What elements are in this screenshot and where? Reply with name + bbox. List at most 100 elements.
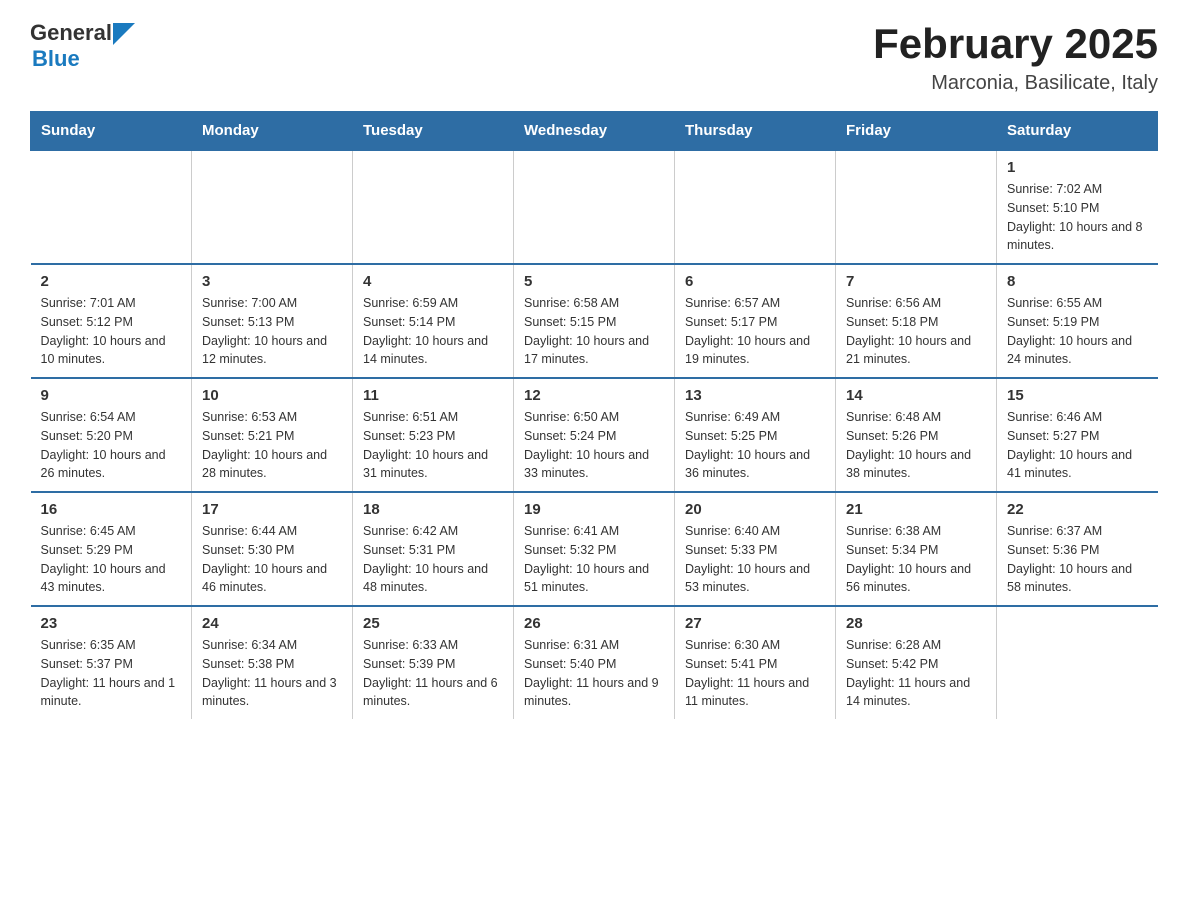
day-info: Sunrise: 6:59 AM Sunset: 5:14 PM Dayligh…	[363, 294, 503, 369]
day-info: Sunrise: 6:51 AM Sunset: 5:23 PM Dayligh…	[363, 408, 503, 483]
weekday-header-monday: Monday	[192, 112, 353, 151]
calendar-cell: 7 Sunrise: 6:56 AM Sunset: 5:18 PM Daylig…	[836, 264, 997, 378]
day-number: 8	[1007, 273, 1148, 290]
calendar-cell: 21Sunrise: 6:38 AM Sunset: 5:34 PM Dayli…	[836, 492, 997, 606]
logo: General Blue	[30, 20, 135, 72]
day-number: 6	[685, 273, 825, 290]
day-number: 2	[41, 273, 182, 290]
calendar-cell: 15Sunrise: 6:46 AM Sunset: 5:27 PM Dayli…	[997, 378, 1158, 492]
calendar-cell	[353, 150, 514, 264]
day-number: 24	[202, 615, 342, 632]
calendar-cell: 1 Sunrise: 7:02 AM Sunset: 5:10 PM Daylig…	[997, 150, 1158, 264]
day-info: Sunrise: 6:45 AM Sunset: 5:29 PM Dayligh…	[41, 522, 182, 597]
day-number: 11	[363, 387, 503, 404]
calendar-cell	[836, 150, 997, 264]
day-number: 21	[846, 501, 986, 518]
calendar-cell	[997, 606, 1158, 719]
day-info: Sunrise: 6:41 AM Sunset: 5:32 PM Dayligh…	[524, 522, 664, 597]
day-number: 26	[524, 615, 664, 632]
day-info: Sunrise: 6:44 AM Sunset: 5:30 PM Dayligh…	[202, 522, 342, 597]
day-number: 20	[685, 501, 825, 518]
calendar-cell: 27 Sunrise: 6:30 AM Sunset: 5:41 PM Dayli…	[675, 606, 836, 719]
calendar-cell: 18 Sunrise: 6:42 AM Sunset: 5:31 PM Dayli…	[353, 492, 514, 606]
title-section: February 2025 Marconia, Basilicate, Ital…	[873, 20, 1158, 95]
day-number: 14	[846, 387, 986, 404]
calendar-cell: 19 Sunrise: 6:41 AM Sunset: 5:32 PM Dayli…	[514, 492, 675, 606]
day-number: 23	[41, 615, 182, 632]
calendar-body: 1 Sunrise: 7:02 AM Sunset: 5:10 PM Daylig…	[31, 150, 1158, 719]
weekday-header-saturday: Saturday	[997, 112, 1158, 151]
day-info: Sunrise: 6:56 AM Sunset: 5:18 PM Dayligh…	[846, 294, 986, 369]
calendar-table: SundayMondayTuesdayWednesdayThursdayFrid…	[30, 111, 1158, 719]
day-number: 5	[524, 273, 664, 290]
page-title: February 2025	[873, 20, 1158, 68]
calendar-week-4: 16 Sunrise: 6:45 AM Sunset: 5:29 PM Dayli…	[31, 492, 1158, 606]
day-number: 16	[41, 501, 182, 518]
weekday-header-wednesday: Wednesday	[514, 112, 675, 151]
day-info: Sunrise: 6:33 AM Sunset: 5:39 PM Dayligh…	[363, 636, 503, 711]
calendar-cell	[192, 150, 353, 264]
day-number: 1	[1007, 159, 1148, 176]
day-info: Sunrise: 7:00 AM Sunset: 5:13 PM Dayligh…	[202, 294, 342, 369]
calendar-cell: 14 Sunrise: 6:48 AM Sunset: 5:26 PM Dayli…	[836, 378, 997, 492]
day-info: Sunrise: 6:54 AM Sunset: 5:20 PM Dayligh…	[41, 408, 182, 483]
day-number: 7	[846, 273, 986, 290]
day-info: Sunrise: 6:55 AM Sunset: 5:19 PM Dayligh…	[1007, 294, 1148, 369]
day-info: Sunrise: 6:49 AM Sunset: 5:25 PM Dayligh…	[685, 408, 825, 483]
day-info: Sunrise: 6:42 AM Sunset: 5:31 PM Dayligh…	[363, 522, 503, 597]
page-header: General Blue February 2025 Marconia, Bas…	[30, 20, 1158, 95]
day-number: 27	[685, 615, 825, 632]
calendar-cell: 16 Sunrise: 6:45 AM Sunset: 5:29 PM Dayli…	[31, 492, 192, 606]
calendar-cell: 4Sunrise: 6:59 AM Sunset: 5:14 PM Daylig…	[353, 264, 514, 378]
logo-general-text: General	[30, 20, 112, 46]
calendar-cell: 24 Sunrise: 6:34 AM Sunset: 5:38 PM Dayli…	[192, 606, 353, 719]
calendar-cell: 26 Sunrise: 6:31 AM Sunset: 5:40 PM Dayli…	[514, 606, 675, 719]
weekday-header-friday: Friday	[836, 112, 997, 151]
day-info: Sunrise: 6:37 AM Sunset: 5:36 PM Dayligh…	[1007, 522, 1148, 597]
calendar-week-2: 2 Sunrise: 7:01 AM Sunset: 5:12 PM Daylig…	[31, 264, 1158, 378]
calendar-week-3: 9 Sunrise: 6:54 AM Sunset: 5:20 PM Daylig…	[31, 378, 1158, 492]
calendar-header: SundayMondayTuesdayWednesdayThursdayFrid…	[31, 112, 1158, 151]
calendar-cell: 22 Sunrise: 6:37 AM Sunset: 5:36 PM Dayli…	[997, 492, 1158, 606]
calendar-cell: 3 Sunrise: 7:00 AM Sunset: 5:13 PM Daylig…	[192, 264, 353, 378]
day-info: Sunrise: 6:30 AM Sunset: 5:41 PM Dayligh…	[685, 636, 825, 711]
calendar-cell: 2 Sunrise: 7:01 AM Sunset: 5:12 PM Daylig…	[31, 264, 192, 378]
day-info: Sunrise: 6:28 AM Sunset: 5:42 PM Dayligh…	[846, 636, 986, 711]
day-info: Sunrise: 6:35 AM Sunset: 5:37 PM Dayligh…	[41, 636, 182, 711]
day-info: Sunrise: 6:48 AM Sunset: 5:26 PM Dayligh…	[846, 408, 986, 483]
day-info: Sunrise: 6:57 AM Sunset: 5:17 PM Dayligh…	[685, 294, 825, 369]
day-info: Sunrise: 7:01 AM Sunset: 5:12 PM Dayligh…	[41, 294, 182, 369]
logo-blue-text: Blue	[32, 46, 80, 71]
day-info: Sunrise: 6:34 AM Sunset: 5:38 PM Dayligh…	[202, 636, 342, 711]
day-info: Sunrise: 6:53 AM Sunset: 5:21 PM Dayligh…	[202, 408, 342, 483]
calendar-cell	[514, 150, 675, 264]
weekday-row: SundayMondayTuesdayWednesdayThursdayFrid…	[31, 112, 1158, 151]
day-info: Sunrise: 6:31 AM Sunset: 5:40 PM Dayligh…	[524, 636, 664, 711]
calendar-cell: 23 Sunrise: 6:35 AM Sunset: 5:37 PM Dayli…	[31, 606, 192, 719]
day-number: 18	[363, 501, 503, 518]
calendar-cell: 28 Sunrise: 6:28 AM Sunset: 5:42 PM Dayli…	[836, 606, 997, 719]
day-number: 3	[202, 273, 342, 290]
day-number: 22	[1007, 501, 1148, 518]
calendar-week-5: 23 Sunrise: 6:35 AM Sunset: 5:37 PM Dayli…	[31, 606, 1158, 719]
day-number: 25	[363, 615, 503, 632]
calendar-cell: 20Sunrise: 6:40 AM Sunset: 5:33 PM Dayli…	[675, 492, 836, 606]
calendar-cell: 5 Sunrise: 6:58 AM Sunset: 5:15 PM Daylig…	[514, 264, 675, 378]
page-subtitle: Marconia, Basilicate, Italy	[873, 72, 1158, 95]
day-number: 28	[846, 615, 986, 632]
day-number: 13	[685, 387, 825, 404]
calendar-cell: 11 Sunrise: 6:51 AM Sunset: 5:23 PM Dayli…	[353, 378, 514, 492]
weekday-header-thursday: Thursday	[675, 112, 836, 151]
day-info: Sunrise: 7:02 AM Sunset: 5:10 PM Dayligh…	[1007, 180, 1148, 255]
calendar-cell: 25 Sunrise: 6:33 AM Sunset: 5:39 PM Dayli…	[353, 606, 514, 719]
day-number: 17	[202, 501, 342, 518]
day-number: 10	[202, 387, 342, 404]
calendar-cell	[31, 150, 192, 264]
day-number: 12	[524, 387, 664, 404]
weekday-header-sunday: Sunday	[31, 112, 192, 151]
day-number: 19	[524, 501, 664, 518]
day-number: 9	[41, 387, 182, 404]
calendar-week-1: 1 Sunrise: 7:02 AM Sunset: 5:10 PM Daylig…	[31, 150, 1158, 264]
calendar-cell: 8 Sunrise: 6:55 AM Sunset: 5:19 PM Daylig…	[997, 264, 1158, 378]
day-info: Sunrise: 6:58 AM Sunset: 5:15 PM Dayligh…	[524, 294, 664, 369]
